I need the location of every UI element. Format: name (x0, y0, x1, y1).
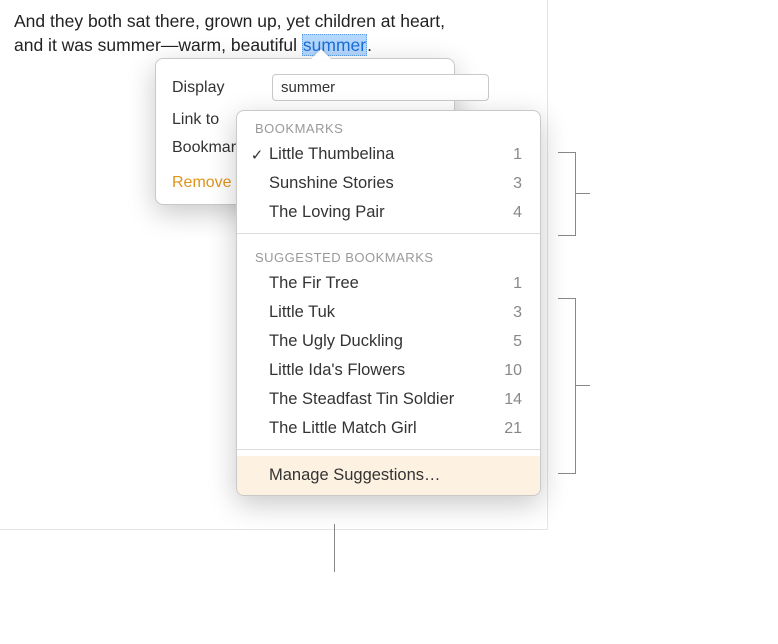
suggested-item-label: The Little Match Girl (269, 419, 494, 438)
bookmark-dropdown: BOOKMARKS ✓ Little Thumbelina 1 Sunshine… (236, 110, 541, 496)
bookmark-item-label: The Loving Pair (269, 203, 494, 222)
callout-bracket (558, 152, 576, 236)
text-line-2-pre: and it was summer—warm, beautiful (14, 35, 302, 55)
display-row: Display (156, 69, 454, 106)
suggested-item-label: Little Tuk (269, 303, 494, 322)
suggested-item[interactable]: The Ugly Duckling 5 (237, 327, 540, 356)
bookmark-item[interactable]: ✓ Little Thumbelina 1 (237, 140, 540, 169)
suggested-item-label: Little Ida's Flowers (269, 361, 494, 380)
suggested-item-count: 1 (494, 275, 522, 293)
suggested-item[interactable]: The Little Match Girl 21 (237, 414, 540, 443)
bookmark-item-label: Sunshine Stories (269, 174, 494, 193)
suggested-item[interactable]: Little Tuk 3 (237, 298, 540, 327)
bookmark-item[interactable]: Sunshine Stories 3 (237, 169, 540, 198)
display-label: Display (172, 79, 262, 97)
bookmark-item-label: Little Thumbelina (269, 145, 494, 164)
bookmarks-header: BOOKMARKS (237, 111, 540, 140)
body-text: And they both sat there, grown up, yet c… (14, 10, 533, 57)
text-line-2-post: . (367, 35, 372, 55)
suggested-item[interactable]: The Steadfast Tin Soldier 14 (237, 385, 540, 414)
bookmark-item-count: 1 (494, 146, 522, 164)
suggested-item-count: 10 (494, 362, 522, 380)
callout-bracket (558, 298, 576, 474)
suggested-item[interactable]: Little Ida's Flowers 10 (237, 356, 540, 385)
text-line-1: And they both sat there, grown up, yet c… (14, 11, 445, 31)
dropdown-divider (237, 449, 540, 450)
bookmark-item[interactable]: The Loving Pair 4 (237, 198, 540, 227)
callout-line (334, 524, 335, 572)
manage-suggestions-button[interactable]: Manage Suggestions… (237, 456, 540, 495)
suggested-item-label: The Ugly Duckling (269, 332, 494, 351)
callout-line (576, 193, 590, 194)
display-input[interactable] (272, 74, 489, 101)
bookmark-item-count: 4 (494, 204, 522, 222)
suggested-item-count: 14 (494, 391, 522, 409)
bookmark-item-count: 3 (494, 175, 522, 193)
checkmark-icon: ✓ (245, 146, 269, 164)
suggested-item-count: 3 (494, 304, 522, 322)
suggested-item-label: The Steadfast Tin Soldier (269, 390, 494, 409)
callout-line (576, 385, 590, 386)
suggested-header: SUGGESTED BOOKMARKS (237, 240, 540, 269)
suggested-item-count: 5 (494, 333, 522, 351)
suggested-item-label: The Fir Tree (269, 274, 494, 293)
dropdown-divider (237, 233, 540, 234)
suggested-item-count: 21 (494, 420, 522, 438)
suggested-item[interactable]: The Fir Tree 1 (237, 269, 540, 298)
